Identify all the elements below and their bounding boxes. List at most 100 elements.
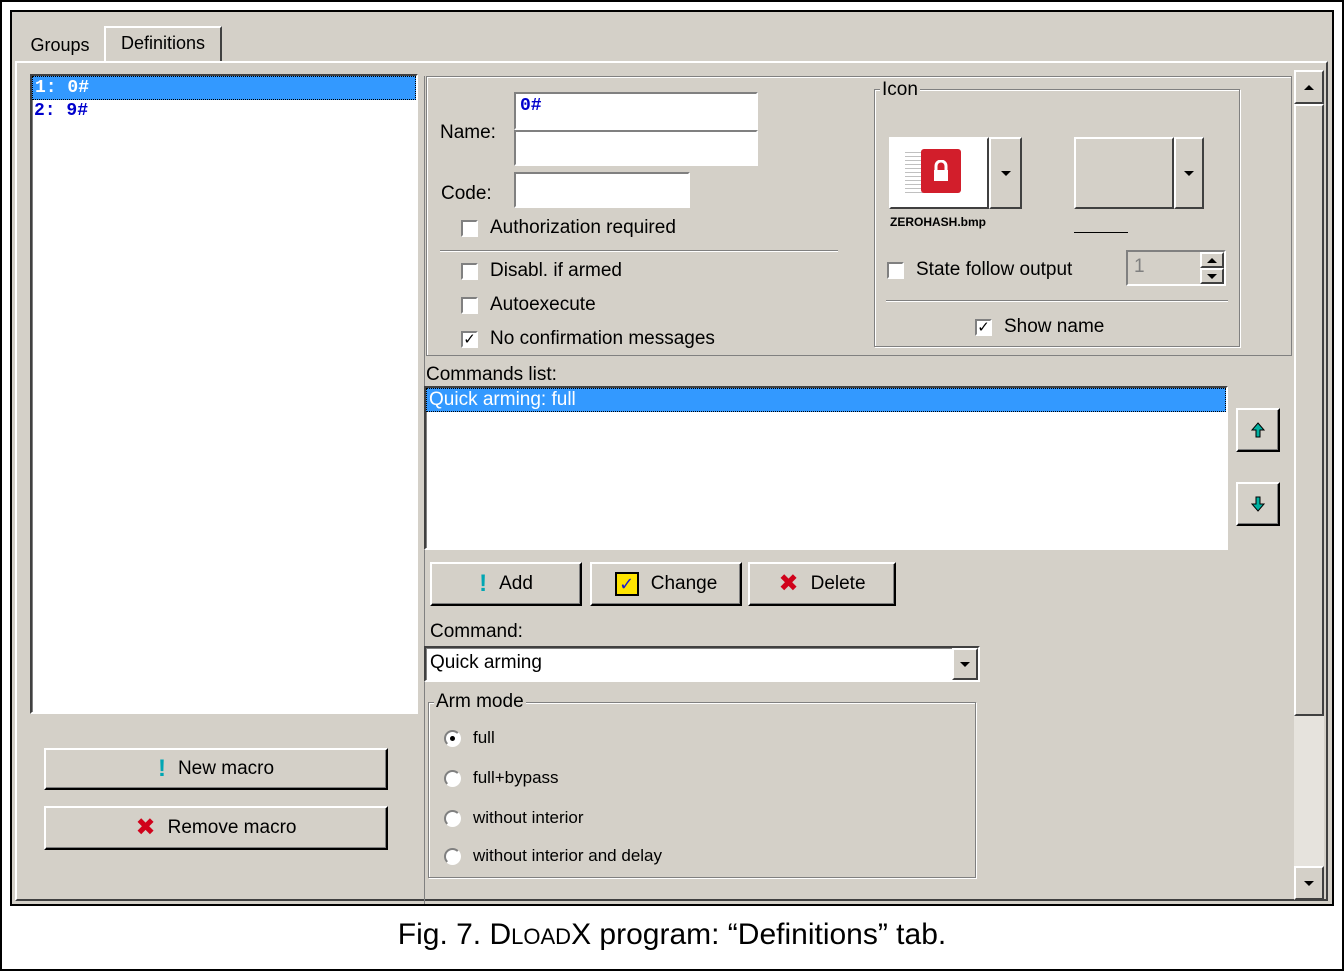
spin-down[interactable] [1200, 268, 1224, 284]
arm-option-full-bypass[interactable]: full+bypass [444, 768, 559, 788]
icon-picker-2[interactable] [1074, 137, 1174, 209]
icon-picker[interactable] [889, 137, 989, 209]
authorization-label: Authorization required [490, 217, 676, 238]
list-item[interactable]: 2: 9# [32, 100, 416, 122]
arm-option-full[interactable]: full [444, 728, 495, 748]
divider [440, 250, 838, 252]
autoexecute-row[interactable]: Autoexecute [461, 294, 596, 316]
delete-x-icon: ✖ [135, 814, 156, 841]
tab-groups[interactable]: Groups [20, 30, 100, 60]
command-dropdown-button[interactable] [952, 648, 978, 680]
show-name-row[interactable]: ✓ Show name [975, 316, 1104, 338]
caption-rest: program: “Definitions” tab. [591, 918, 947, 951]
radio-without-interior[interactable] [444, 809, 461, 827]
caption-prefix: Fig. 7. [397, 918, 490, 951]
delete-button[interactable]: ✖ Delete [748, 562, 896, 606]
arm-option-label: without interior and delay [473, 846, 663, 865]
new-macro-button-real[interactable]: ! New macro [44, 748, 388, 790]
no-confirmation-row[interactable]: ✓ No confirmation messages [461, 328, 715, 350]
add-button[interactable]: ! Add [430, 562, 582, 606]
arrow-down-icon [1207, 273, 1217, 279]
tab-definitions[interactable]: Definitions [104, 26, 222, 62]
icon-dropdown-button[interactable] [989, 137, 1022, 209]
arrow-down-icon [1251, 496, 1265, 512]
move-up-button[interactable] [1236, 408, 1280, 452]
disabl-if-armed-checkbox[interactable] [461, 262, 478, 280]
delete-x-icon: ✖ [778, 570, 799, 597]
name-label: Name: [440, 122, 496, 143]
arm-option-label: full [473, 728, 495, 747]
command-label: Command: [430, 621, 523, 642]
arm-option-without-interior-delay[interactable]: without interior and delay [444, 846, 662, 866]
command-select-value: Quick arming [430, 652, 542, 673]
icon-group-legend: Icon [880, 79, 920, 100]
code-value [516, 174, 688, 178]
icon2-dropdown-button[interactable] [1174, 137, 1204, 209]
arrow-up-icon [1251, 422, 1265, 438]
no-confirmation-checkbox[interactable]: ✓ [461, 330, 478, 348]
authorization-required-row[interactable]: Authorization required [461, 217, 676, 239]
show-name-checkbox[interactable]: ✓ [975, 318, 992, 336]
list-item[interactable]: 1: 0# [32, 76, 416, 100]
arm-option-label: full+bypass [473, 768, 559, 787]
icon-filename: ZEROHASH.bmp [890, 215, 986, 229]
change-button[interactable]: ✓ Change [590, 562, 742, 606]
icon2-label-line [1074, 232, 1128, 233]
radio-full-bypass[interactable] [444, 769, 461, 787]
radio-without-interior-delay[interactable] [444, 847, 461, 865]
name-value: 0# [520, 96, 542, 116]
caption-d: D [489, 918, 512, 951]
move-down-button[interactable] [1236, 482, 1280, 526]
scroll-down-button[interactable] [1294, 866, 1324, 900]
name-field[interactable]: 0# [514, 92, 758, 130]
remove-macro-button[interactable]: ✖ Remove macro [44, 806, 388, 850]
state-follow-output-label: State follow output [916, 259, 1073, 280]
new-macro-label: New macro [177, 758, 275, 779]
vertical-scrollbar[interactable] [1294, 70, 1324, 900]
add-label: Add [499, 573, 533, 594]
state-follow-output-checkbox[interactable] [887, 261, 904, 279]
autoexecute-checkbox[interactable] [461, 296, 478, 314]
chevron-down-icon [1000, 170, 1011, 176]
commands-list[interactable]: Quick arming: full [424, 386, 1228, 550]
disabl-if-armed-row[interactable]: Disabl. if armed [461, 260, 622, 282]
exclamation-icon: ! [157, 755, 166, 782]
code-field[interactable] [514, 172, 690, 208]
caption-x: X [571, 918, 592, 951]
commands-list-label: Commands list: [426, 364, 557, 385]
disabl-if-armed-label: Disabl. if armed [490, 260, 622, 281]
spin-up[interactable] [1200, 252, 1224, 268]
radio-full[interactable] [444, 729, 461, 747]
authorization-checkbox[interactable] [461, 219, 478, 237]
autoexecute-label: Autoexecute [490, 294, 596, 315]
caption-load: LOAD [511, 924, 572, 949]
arm-option-without-interior[interactable]: without interior [444, 808, 584, 828]
exclamation-icon: ! [479, 570, 488, 597]
macro-list-box[interactable]: 1: 0# 2: 9# [30, 74, 418, 714]
arrow-down-icon [1304, 880, 1314, 886]
lock-icon [921, 149, 961, 193]
change-label: Change [650, 573, 718, 594]
name-field-line2[interactable] [514, 130, 758, 166]
scroll-up-button[interactable] [1294, 70, 1324, 104]
scroll-thumb[interactable] [1294, 104, 1324, 716]
command-select[interactable]: Quick arming [424, 646, 980, 682]
no-confirmation-label: No confirmation messages [490, 328, 715, 349]
state-follow-output-row[interactable]: State follow output [887, 259, 1072, 281]
arrow-up-icon [1304, 84, 1314, 90]
icon-divider [886, 300, 1228, 302]
arm-option-label: without interior [473, 808, 584, 827]
code-label: Code: [441, 183, 492, 204]
output-spinner[interactable]: 1 [1126, 250, 1226, 286]
name-value2 [516, 132, 756, 136]
figure-caption: Fig. 7. DLOADX program: “Definitions” ta… [0, 918, 1344, 952]
arrow-up-icon [1207, 257, 1217, 263]
chevron-down-icon [960, 661, 970, 667]
chevron-down-icon [1184, 170, 1194, 176]
arm-mode-legend: Arm mode [434, 691, 526, 712]
delete-label: Delete [810, 573, 866, 594]
show-name-label: Show name [1004, 316, 1105, 337]
remove-macro-label: Remove macro [167, 817, 297, 838]
check-edit-icon: ✓ [614, 572, 639, 596]
list-item[interactable]: Quick arming: full [426, 388, 1226, 412]
